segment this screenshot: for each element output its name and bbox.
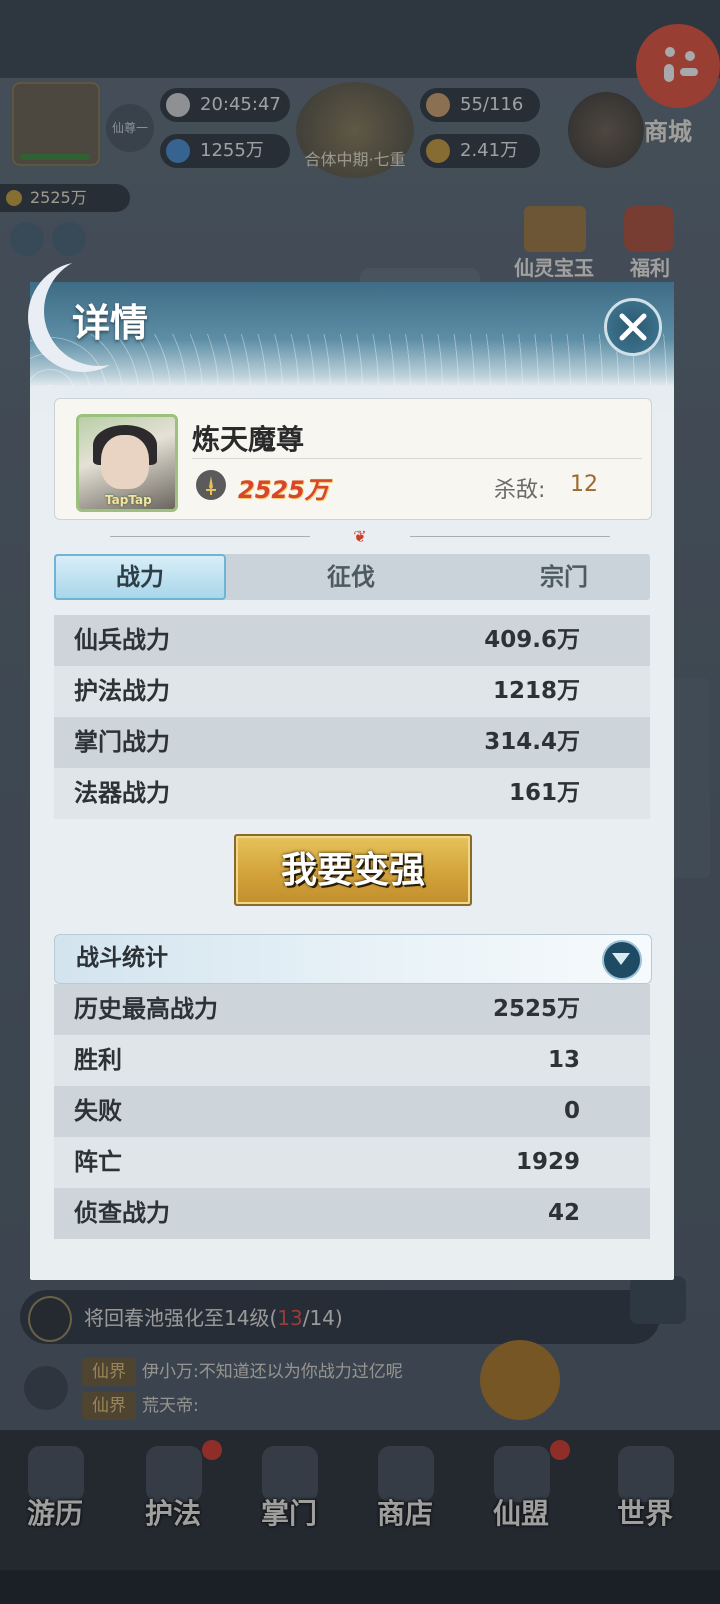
kills-label: 杀敌: [494, 478, 546, 503]
stat-value: 409.6万 [484, 627, 580, 653]
stat-label: 阵亡 [74, 1148, 122, 1176]
flame-icon: ❦ [353, 527, 367, 546]
stat-value: 1929 [515, 1149, 580, 1175]
stat-value: 161万 [508, 780, 580, 806]
stat-row: 掌门战力 314.4万 [54, 717, 650, 768]
stat-row: 仙兵战力 409.6万 [54, 615, 650, 666]
close-button[interactable] [604, 298, 662, 356]
tab-power[interactable]: 战力 [54, 554, 226, 600]
stat-value: 2525万 [492, 996, 580, 1022]
battle-stat-row: 阵亡 1929 [54, 1137, 650, 1188]
stat-value: 42 [547, 1200, 580, 1226]
stat-value: 314.4万 [484, 729, 580, 755]
stat-label: 仙兵战力 [74, 626, 170, 654]
battle-stats-title: 战斗统计 [76, 945, 168, 971]
avatar-face [101, 435, 149, 489]
stat-value: 13 [547, 1047, 580, 1073]
stat-row: 护法战力 1218万 [54, 666, 650, 717]
modal-title: 详情 [72, 300, 149, 345]
stat-label: 侦查战力 [74, 1199, 170, 1227]
expand-toggle-button[interactable] [602, 940, 642, 980]
get-stronger-label: 我要变强 [280, 849, 425, 891]
tab-sect[interactable]: 宗门 [478, 554, 650, 600]
player-avatar[interactable]: TapTap [76, 414, 178, 512]
battle-stat-row: 失败 0 [54, 1086, 650, 1137]
stat-label: 法器战力 [74, 779, 170, 807]
battle-stat-row: 历史最高战力 2525万 [54, 984, 650, 1035]
stat-row: 法器战力 161万 [54, 768, 650, 819]
ornament-divider: ❦ [110, 528, 610, 546]
player-power-value: 2525万 [238, 476, 329, 504]
stat-label: 历史最高战力 [74, 995, 218, 1023]
ornament-line [410, 536, 610, 537]
player-name: 炼天魔尊 [192, 423, 305, 456]
stat-label: 护法战力 [74, 677, 170, 705]
battle-stat-row: 胜利 13 [54, 1035, 650, 1086]
stat-value: 0 [563, 1098, 580, 1124]
chevron-down-icon [612, 953, 630, 965]
close-icon [619, 313, 647, 341]
battle-stat-row: 侦查战力 42 [54, 1188, 650, 1239]
kills-value: 12 [570, 472, 598, 497]
avatar-frame-tag: TapTap [105, 493, 152, 507]
ornament-line [110, 536, 310, 537]
divider [192, 458, 642, 459]
stat-label: 失败 [74, 1097, 122, 1125]
stat-value: 1218万 [492, 678, 580, 704]
tab-conquest[interactable]: 征伐 [264, 554, 438, 600]
sword-power-icon [196, 470, 226, 500]
stat-label: 掌门战力 [74, 728, 170, 756]
stat-label: 胜利 [74, 1046, 122, 1074]
get-stronger-button[interactable]: 我要变强 [234, 834, 472, 906]
